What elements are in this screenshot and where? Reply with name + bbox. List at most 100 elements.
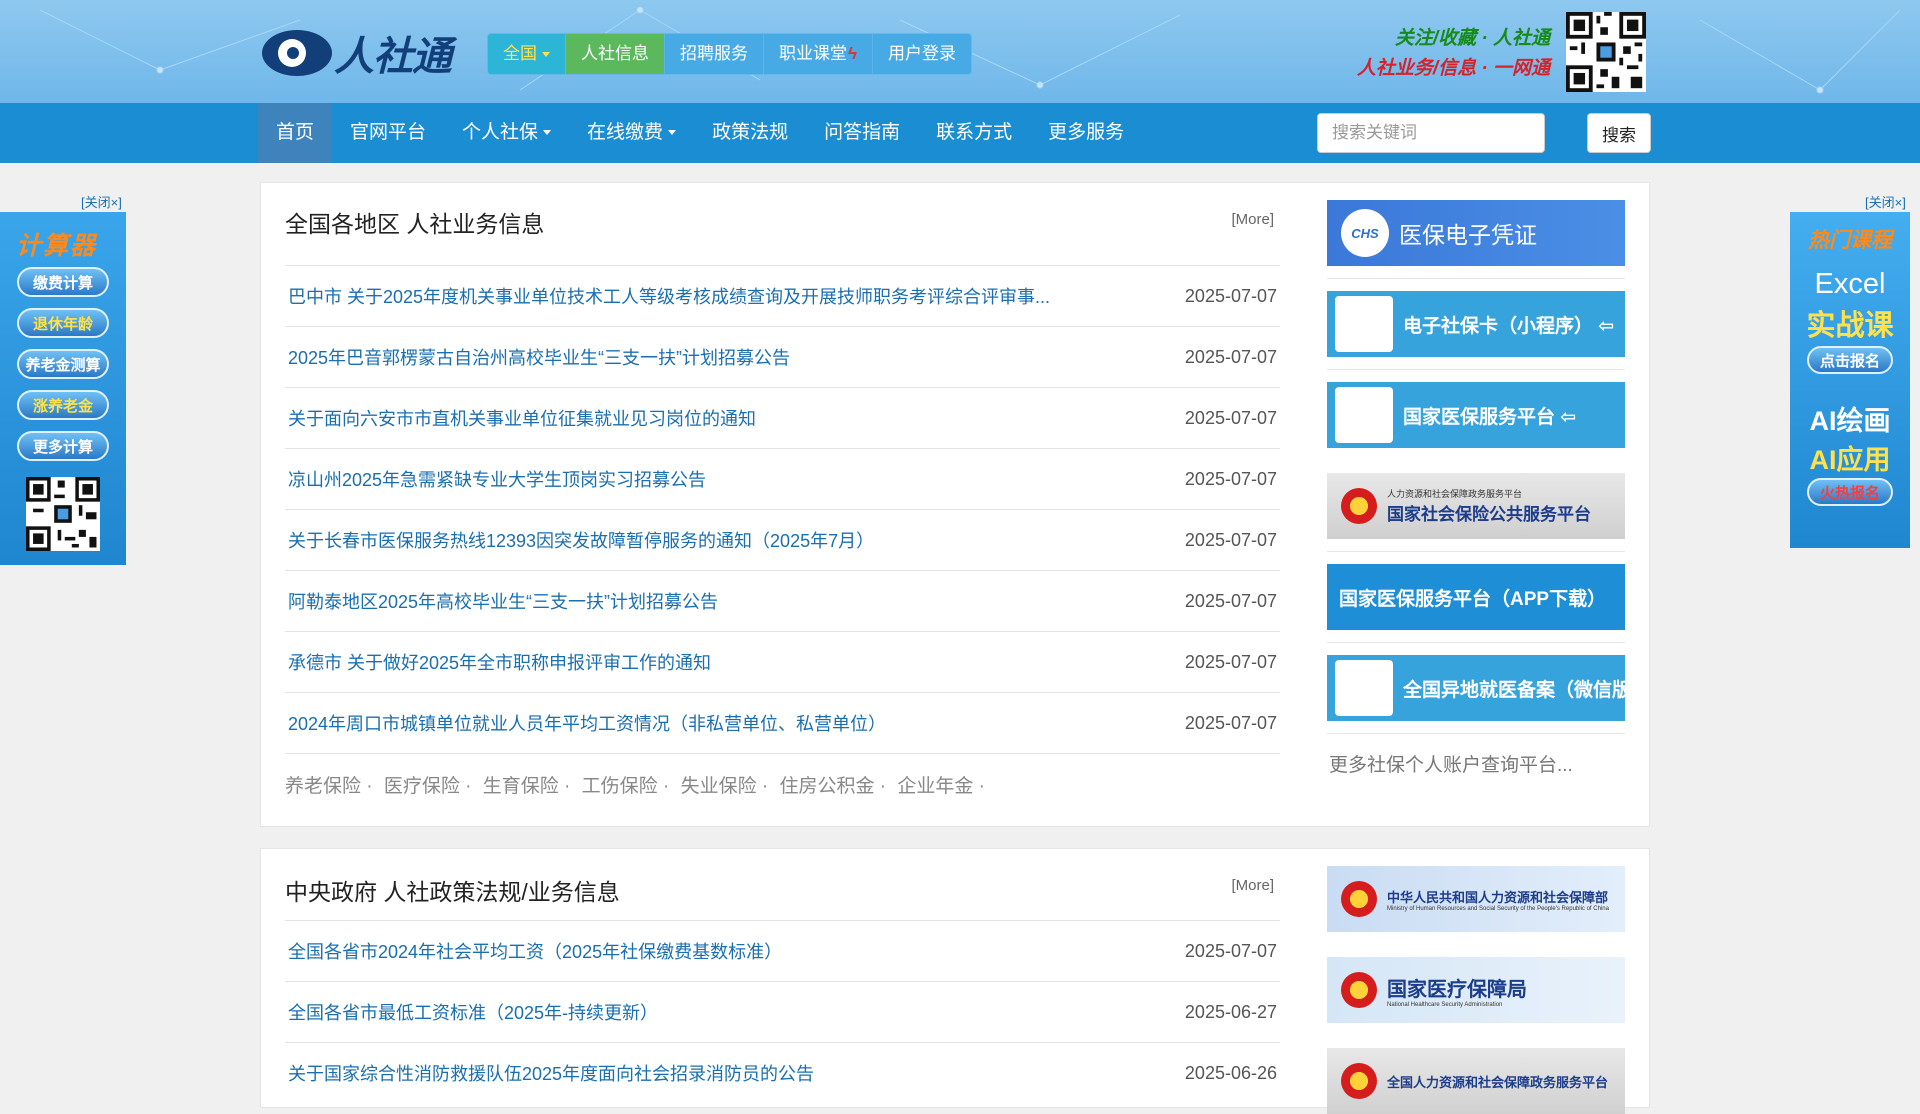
left-ad-qr-code-icon — [26, 477, 100, 551]
caret-down-icon — [543, 130, 552, 136]
card-national-social-insurance-platform[interactable]: 人力资源和社会保障政务服务平台 国家社会保险公共服务平台 — [1327, 473, 1625, 539]
card-divider — [1327, 733, 1625, 734]
news-title-link[interactable]: 关于面向六安市市直机关事业单位征集就业见习岗位的通知 — [285, 405, 756, 431]
central-policy-panel: 中央政府 人社政策法规/业务信息 [More] 全国各省市2024年社会平均工资… — [260, 848, 1650, 1114]
tag-work-injury-insurance[interactable]: 工伤保险 · — [582, 776, 670, 797]
card-mohrss[interactable]: 中华人民共和国人力资源和社会保障部 Ministry of Human Reso… — [1327, 866, 1625, 932]
news-date: 2025-07-07 — [1184, 407, 1277, 428]
calc-contribution-button[interactable]: 缴费计算 — [17, 267, 109, 297]
card-divider — [1327, 369, 1625, 370]
main-nav: 首页 官网平台 个人社保 在线缴费 政策法规 问答指南 联系方式 更多服务 — [258, 103, 1142, 163]
card-label: 全国异地就医备案（微信版） — [1403, 679, 1651, 701]
main-nav-personal-social-security[interactable]: 个人社保 — [444, 103, 569, 163]
left-ad-close-link[interactable]: [关闭×] — [81, 192, 122, 211]
card-e-social-security-miniapp[interactable]: 电子社保卡（小程序） ⇦ — [1327, 291, 1625, 357]
search-button[interactable]: 搜索 — [1587, 113, 1651, 153]
news-date: 2025-07-07 — [1184, 529, 1277, 550]
left-calculator-ad[interactable]: 计算器 缴费计算 退休年龄 养老金测算 涨养老金 更多计算 — [0, 212, 126, 565]
card-text-block: 人力资源和社会保障政务服务平台 国家社会保险公共服务平台 — [1387, 487, 1591, 525]
card-label: 电子社保卡（小程序） ⇦ — [1403, 315, 1615, 337]
card-hrss-service-platform[interactable]: 全国人力资源和社会保障政务服务平台 — [1327, 1048, 1625, 1114]
news-title-link[interactable]: 巴中市 关于2025年度机关事业单位技术工人等级考核成绩查询及开展技师职务考评综… — [285, 283, 1050, 309]
main-nav-official-platforms[interactable]: 官网平台 — [332, 103, 444, 163]
list-item: 2025年巴音郭楞蒙古自治州高校毕业生“三支一扶”计划招募公告 2025-07-0… — [285, 326, 1280, 387]
miniapp-code-icon — [1335, 660, 1393, 716]
caret-down-icon — [668, 130, 677, 136]
card-nhsa[interactable]: 国家医疗保障局 National Healthcare Security Adm… — [1327, 957, 1625, 1023]
search-input[interactable] — [1317, 113, 1545, 153]
national-emblem-icon — [1341, 972, 1377, 1008]
top-nav-login[interactable]: 用户登录 — [873, 34, 971, 74]
top-nav-recruitment[interactable]: 招聘服务 — [665, 34, 764, 74]
card-label: 国家医保服务平台（APP下载） — [1339, 588, 1607, 610]
main-nav-qa-guide[interactable]: 问答指南 — [806, 103, 918, 163]
main-nav-contact[interactable]: 联系方式 — [918, 103, 1030, 163]
right-ad-ai-drawing-text: AI绘画 — [1809, 406, 1891, 436]
national-emblem-icon — [1341, 488, 1377, 524]
card-label: 国家社会保险公共服务平台 — [1387, 505, 1591, 524]
card-text-block: 国家医疗保障局 National Healthcare Security Adm… — [1387, 973, 1527, 1008]
header-slogan: 关注/收藏 · 人社通 人社业务/信息 · 一网通 — [1357, 24, 1550, 84]
card-divider — [1327, 551, 1625, 552]
main-nav-online-payment[interactable]: 在线缴费 — [569, 103, 694, 163]
card-label: 医保电子凭证 — [1399, 222, 1537, 248]
card-medical-app-download[interactable]: 国家医保服务平台（APP下载） — [1327, 564, 1625, 630]
list-item: 关于长春市医保服务热线12393因突发故障暂停服务的通知（2025年7月） 202… — [285, 509, 1280, 570]
section-header: 全国各地区 人社业务信息 [More] — [285, 205, 1280, 245]
top-nav-hr-info[interactable]: 人社信息 — [566, 34, 665, 74]
list-item: 巴中市 关于2025年度机关事业单位技术工人等级考核成绩查询及开展技师职务考评综… — [285, 265, 1280, 326]
tag-enterprise-annuity[interactable]: 企业年金 · — [897, 776, 985, 797]
news-title-link[interactable]: 阿勒泰地区2025年高校毕业生“三支一扶”计划招募公告 — [285, 588, 718, 614]
news-title-link[interactable]: 全国各省市最低工资标准（2025年-持续更新） — [285, 999, 658, 1025]
list-item: 关于国家综合性消防救援队伍2025年度面向社会招录消防员的公告 2025-06-2… — [285, 1042, 1280, 1103]
main-nav-home[interactable]: 首页 — [258, 103, 333, 163]
top-nav: 全国 人社信息 招聘服务 职业课堂ϟ 用户登录 — [487, 33, 972, 75]
main-nav-bar: 首页 官网平台 个人社保 在线缴费 政策法规 问答指南 联系方式 更多服务 搜索 — [0, 103, 1920, 163]
list-item: 阿勒泰地区2025年高校毕业生“三支一扶”计划招募公告 2025-07-07 — [285, 570, 1280, 631]
tag-maternity-insurance[interactable]: 生育保险 · — [483, 776, 571, 797]
site-logo[interactable]: 人社通 — [262, 26, 452, 80]
calc-pension-estimate-button[interactable]: 养老金测算 — [17, 349, 109, 379]
news-title-link[interactable]: 关于长春市医保服务热线12393因突发故障暂停服务的通知（2025年7月） — [285, 527, 874, 553]
tag-pension-insurance[interactable]: 养老保险 · — [285, 776, 373, 797]
list-item: 全国各省市2024年社会平均工资（2025年社保缴费基数标准） 2025-07-0… — [285, 920, 1280, 981]
list-item: 关于面向六安市市直机关事业单位征集就业见习岗位的通知 2025-07-07 — [285, 387, 1280, 448]
card-subtitle: National Healthcare Security Administrat… — [1387, 1001, 1503, 1008]
tag-medical-insurance[interactable]: 医疗保险 · — [384, 776, 472, 797]
right-ad-signup-button[interactable]: 点击报名 — [1807, 346, 1893, 374]
lightning-icon: ϟ — [848, 44, 857, 63]
tag-housing-fund[interactable]: 住房公积金 · — [779, 776, 886, 797]
top-nav-region-label: 全国 — [503, 44, 537, 63]
news-title-link[interactable]: 承德市 关于做好2025年全市职称申报评审工作的通知 — [285, 649, 711, 675]
right-course-ad[interactable]: 热门课程 Excel 实战课 点击报名 AI绘画 AI应用 火热报名 — [1790, 212, 1910, 548]
section-more-link[interactable]: [More] — [1231, 211, 1274, 228]
news-title-link[interactable]: 全国各省市2024年社会平均工资（2025年社保缴费基数标准） — [285, 938, 782, 964]
main-nav-personal-social-security-label: 个人社保 — [462, 122, 539, 143]
right-ad-hot-signup-button[interactable]: 火热报名 — [1807, 478, 1893, 506]
more-platforms-link[interactable]: 更多社保个人账户查询平台... — [1329, 750, 1573, 777]
top-nav-career-class[interactable]: 职业课堂ϟ — [764, 34, 873, 74]
calc-retirement-age-button[interactable]: 退休年龄 — [17, 308, 109, 338]
logo-text: 人社通 — [334, 35, 452, 79]
right-ad-ai-app-text: AI应用 — [1809, 445, 1891, 475]
top-nav-region-select[interactable]: 全国 — [488, 34, 566, 74]
calc-more-button[interactable]: 更多计算 — [17, 431, 109, 461]
regional-info-panel: 全国各地区 人社业务信息 [More] 巴中市 关于2025年度机关事业单位技术… — [260, 182, 1650, 827]
main-nav-more-services[interactable]: 更多服务 — [1030, 103, 1142, 163]
right-ad-close-link[interactable]: [关闭×] — [1865, 192, 1906, 211]
calc-pension-increase-button[interactable]: 涨养老金 — [17, 390, 109, 420]
list-item: 2024年周口市城镇单位就业人员年平均工资情况（非私营单位、私营单位） 2025-… — [285, 692, 1280, 753]
card-medical-e-voucher[interactable]: CHS 医保电子凭证 — [1327, 200, 1625, 266]
tag-unemployment-insurance[interactable]: 失业保险 · — [681, 776, 769, 797]
news-title-link[interactable]: 凉山州2025年急需紧缺专业大学生顶岗实习招募公告 — [285, 466, 706, 492]
card-national-medical-platform[interactable]: 国家医保服务平台 ⇦ — [1327, 382, 1625, 448]
chs-logo-icon: CHS — [1341, 209, 1389, 257]
card-label: 国家医保服务平台 ⇦ — [1403, 406, 1577, 428]
header-qr-code-icon — [1566, 12, 1646, 92]
news-title-link[interactable]: 2024年周口市城镇单位就业人员年平均工资情况（非私营单位、私营单位） — [285, 710, 886, 736]
main-nav-policies[interactable]: 政策法规 — [694, 103, 806, 163]
card-cross-region-medical-filing[interactable]: 全国异地就医备案（微信版） — [1327, 655, 1650, 721]
news-title-link[interactable]: 关于国家综合性消防救援队伍2025年度面向社会招录消防员的公告 — [285, 1060, 814, 1086]
section-more-link[interactable]: [More] — [1231, 877, 1274, 894]
news-title-link[interactable]: 2025年巴音郭楞蒙古自治州高校毕业生“三支一扶”计划招募公告 — [285, 344, 790, 370]
